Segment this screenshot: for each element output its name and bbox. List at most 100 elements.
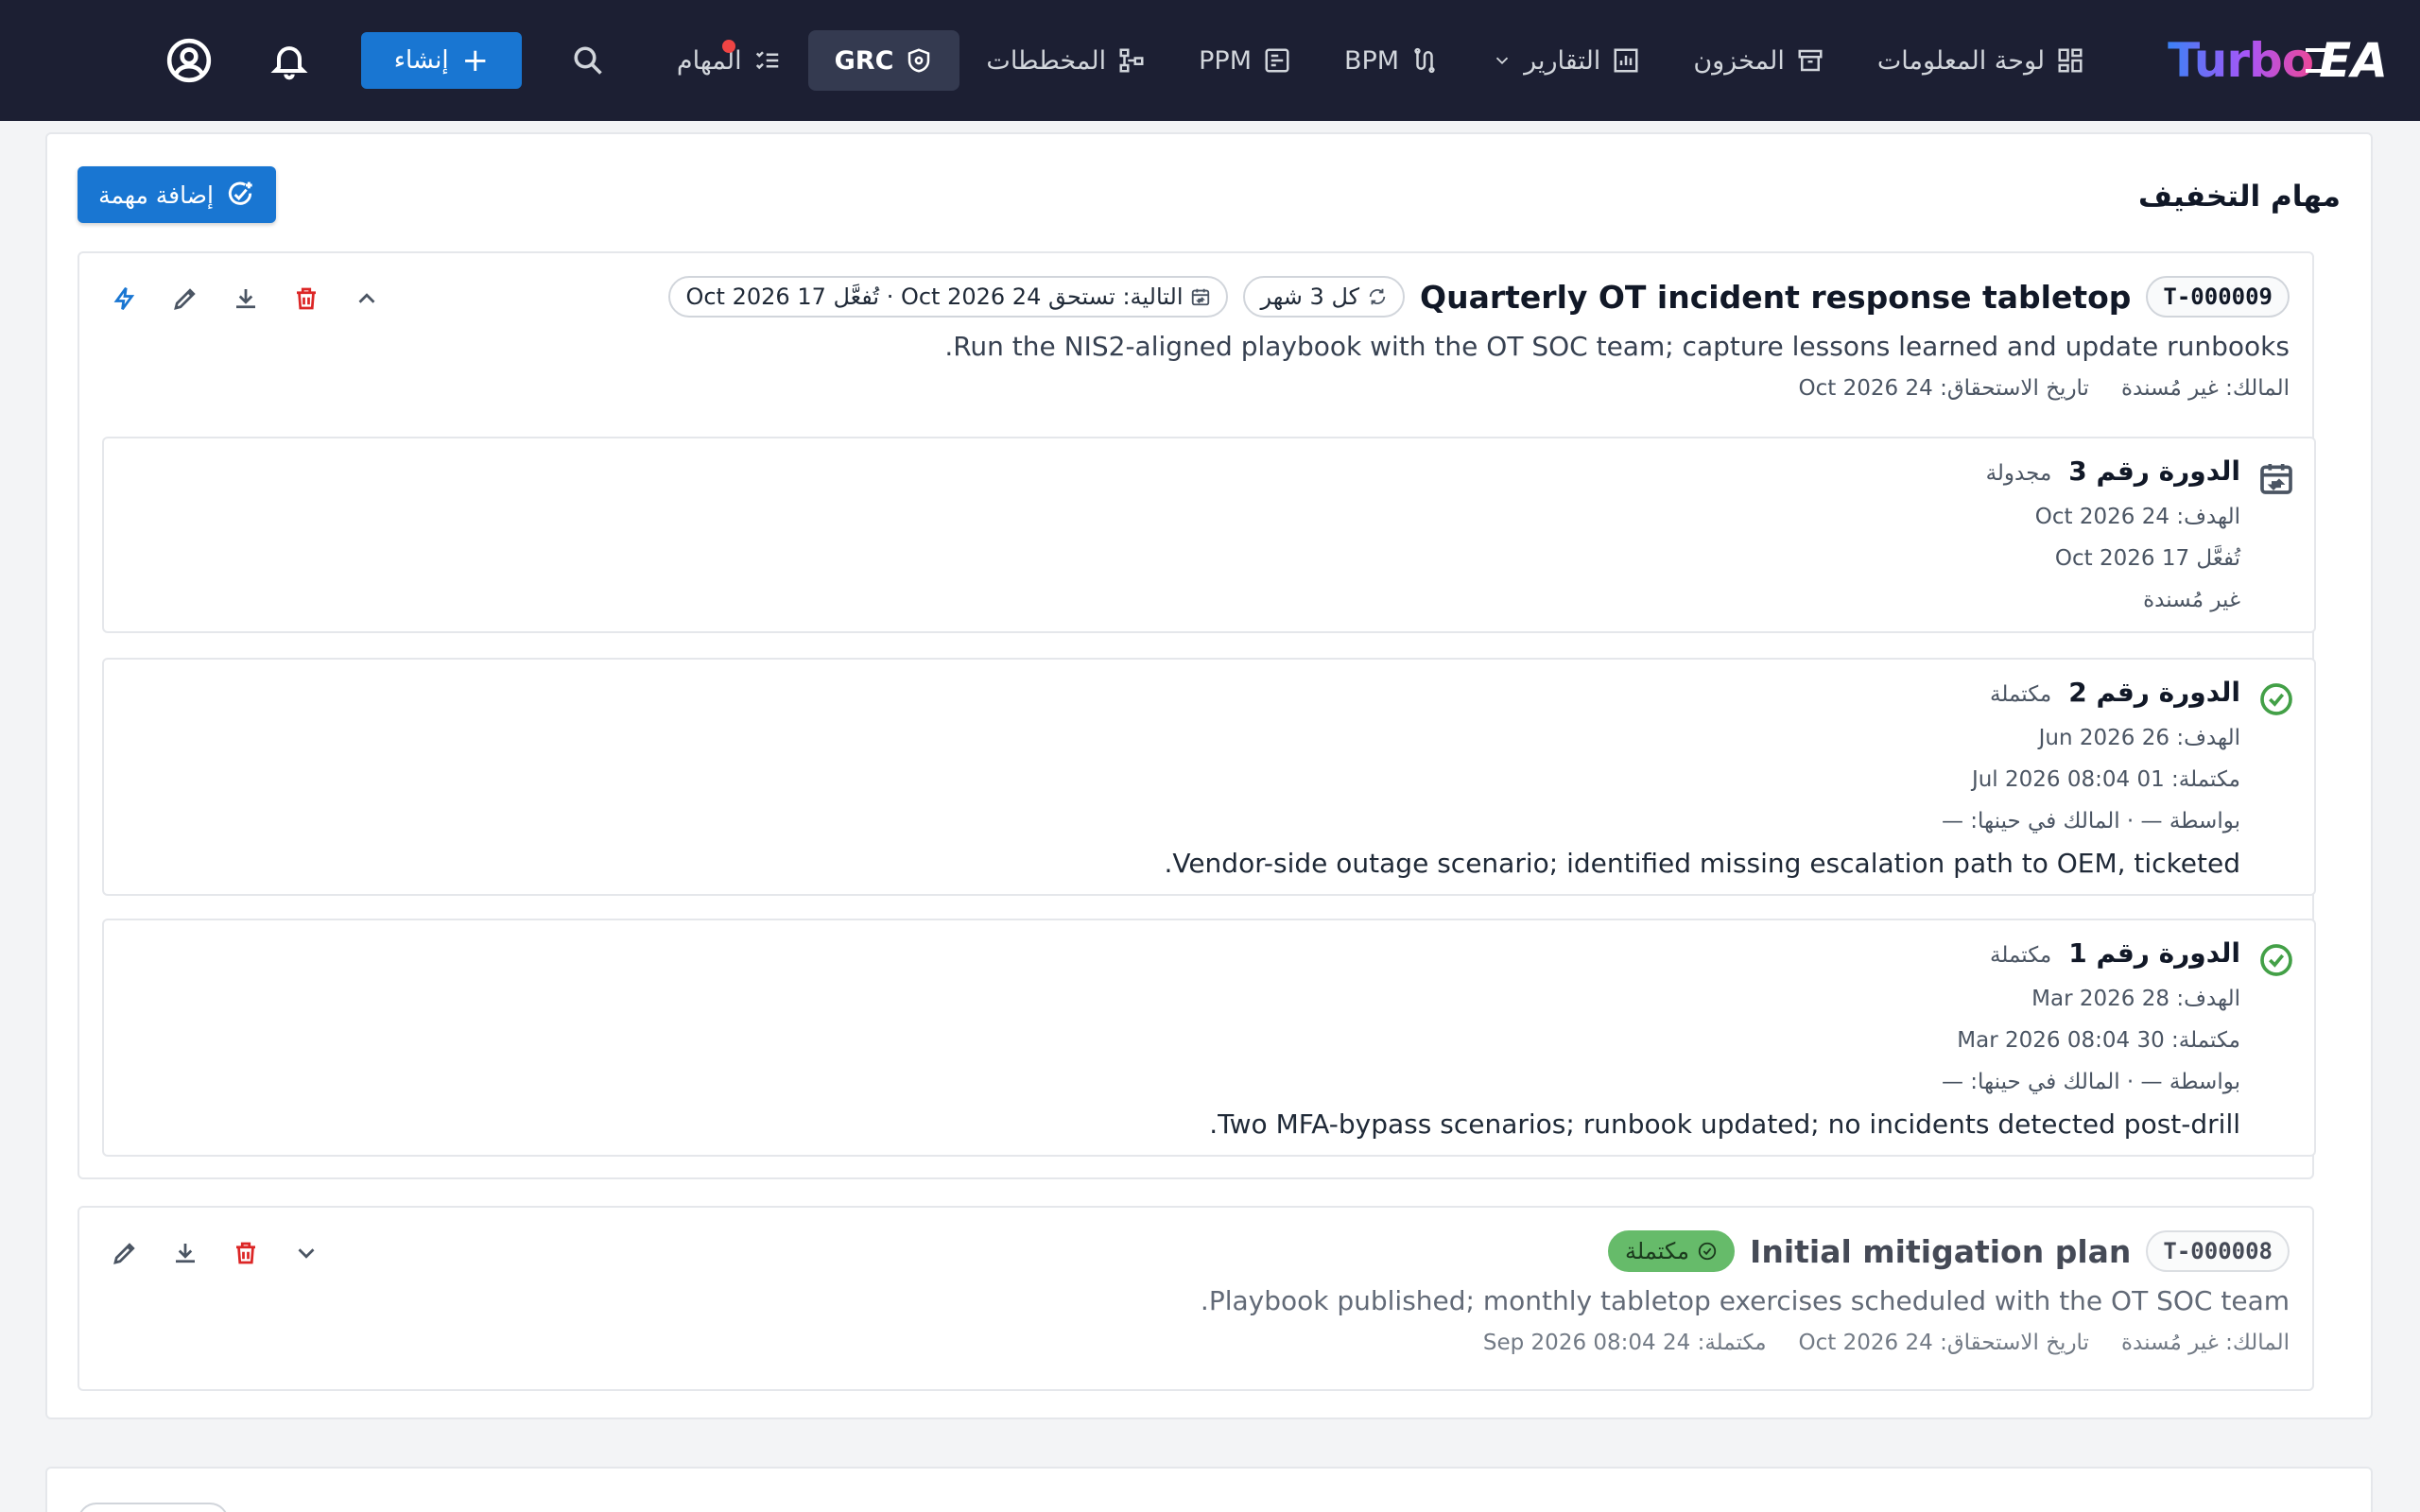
occurrence-card: الدورة رقم 2 مكتملة الهدف: 26 Jun 2026 م… — [102, 658, 2316, 896]
task-due: تاريخ الاستحقاق: 24 Oct 2026 — [1798, 376, 2089, 401]
trigger-button[interactable] — [106, 280, 144, 318]
nav-ppm[interactable]: PPM — [1172, 30, 1318, 91]
nav-tasks[interactable]: المهام — [650, 30, 808, 91]
nav-bpm-label: BPM — [1343, 45, 1400, 76]
task-meta: المالك: غير مُسندة تاريخ الاستحقاق: 24 O… — [1799, 376, 2290, 401]
notifications-button[interactable] — [261, 32, 318, 89]
task-description: Playbook published; monthly tabletop exe… — [1200, 1285, 2290, 1316]
nav-grc-label: GRC — [834, 45, 894, 76]
occurrence-assignee: غير مُسندة — [2143, 588, 2240, 612]
brand-logo[interactable]: Turbo EA — [2168, 33, 2388, 88]
occurrence-target: الهدف: 26 Jun 2026 — [2038, 726, 2240, 750]
nav-bpm[interactable]: BPM — [1318, 30, 1465, 91]
delete-task-button[interactable] — [287, 280, 325, 318]
search-icon — [574, 46, 602, 75]
nav-reports[interactable]: التقارير — [1465, 30, 1667, 91]
shield-icon — [908, 48, 930, 73]
occurrence-target: الهدف: 24 Oct 2026 — [2034, 505, 2240, 529]
chevron-down-icon — [298, 1248, 315, 1259]
task-header: T-000008 Initial mitigation plan مكتملة — [1608, 1230, 2290, 1272]
occurrence-name: الدورة رقم 1 — [2068, 937, 2240, 969]
task-owner: المالك: غير مُسندة — [2120, 376, 2290, 401]
expand-button[interactable] — [287, 1234, 325, 1272]
download-button[interactable] — [227, 280, 265, 318]
recurrence-label: كل 3 شهر — [1260, 284, 1360, 310]
task-due: تاريخ الاستحقاق: 24 Oct 2026 — [1798, 1331, 2089, 1355]
download-button[interactable] — [166, 1234, 204, 1272]
top-navbar: Turbo EA لوحة المعلومات المخزون التقارير… — [0, 0, 2420, 121]
task-title: Initial mitigation plan — [1750, 1232, 2132, 1270]
bolt-icon — [113, 286, 135, 311]
trash-icon — [297, 287, 316, 310]
pencil-icon — [174, 288, 196, 310]
occurrence-status: مكتملة — [1990, 682, 2052, 707]
check-circle-icon — [2257, 941, 2295, 979]
bar-chart-icon — [1614, 48, 1638, 73]
brand-ea: EA — [2306, 33, 2388, 88]
occurrence-completed: مكتملة: 01 Jul 2026 08:04 — [1971, 767, 2240, 792]
create-button[interactable]: + إنشاء — [360, 32, 522, 89]
pencil-icon — [113, 1243, 135, 1264]
task-header: T-000009 Quarterly OT incident response … — [668, 276, 2290, 318]
checklist-icon — [755, 51, 778, 70]
add-task-button[interactable]: إضافة مهمة — [78, 166, 276, 223]
plus-icon: + — [461, 42, 490, 79]
route-icon — [1414, 47, 1435, 74]
search-button[interactable] — [562, 34, 614, 87]
occurrence-status: مجدولة — [1985, 461, 2052, 486]
user-avatar-icon — [166, 38, 212, 83]
task-description: Run the NIS2-aligned playbook with the O… — [944, 331, 2290, 362]
recurrence-chip: كل 3 شهر — [1243, 276, 1406, 318]
delete-task-button[interactable] — [227, 1234, 265, 1272]
occurrence-card: الدورة رقم 3 مجدولة الهدف: 24 Oct 2026 ت… — [102, 437, 2316, 633]
chevron-down-icon — [1495, 57, 1509, 65]
next-section-button[interactable] — [78, 1503, 229, 1512]
create-button-label: إنشاء — [393, 46, 449, 75]
download-icon — [236, 289, 255, 309]
project-icon — [1265, 48, 1289, 73]
occurrence-card: الدورة رقم 1 مكتملة الهدف: 28 Mar 2026 م… — [102, 919, 2316, 1157]
nav-dashboard[interactable]: لوحة المعلومات — [1851, 30, 2111, 91]
trash-icon — [236, 1242, 255, 1264]
diagram-icon — [1119, 48, 1144, 73]
occurrence-activates: تُفعَّل 17 Oct 2026 — [2054, 546, 2240, 571]
occurrence-note: Two MFA-bypass scenarios; runbook update… — [1209, 1108, 2240, 1140]
archive-icon — [1798, 49, 1823, 72]
add-task-icon — [228, 181, 252, 205]
occurrence-by: بواسطة — · المالك في حينها: — — [1941, 1070, 2240, 1094]
mitigation-tasks-panel: مهام التخفيف إضافة مهمة T-000009 Quarter… — [45, 132, 2373, 1419]
bell-icon — [270, 46, 308, 80]
dashboard-icon — [2058, 48, 2083, 73]
status-badge-label: مكتملة — [1625, 1238, 1690, 1264]
next-section-panel — [45, 1467, 2373, 1512]
next-occurrence-label: التالية: تستحق 24 Oct 2026 · تُفعَّل 17 … — [685, 284, 1184, 310]
nav-diagrams[interactable]: المخططات — [959, 30, 1172, 91]
calendar-repeat-icon — [1192, 288, 1210, 306]
nav-inventory[interactable]: المخزون — [1667, 30, 1851, 91]
collapse-button[interactable] — [348, 280, 386, 318]
check-circle-icon — [2257, 680, 2295, 718]
repeat-icon — [1369, 288, 1386, 305]
chevron-up-icon — [358, 293, 375, 303]
nav-grc[interactable]: GRC — [807, 30, 960, 91]
download-icon — [176, 1244, 195, 1263]
check-circle-icon — [1698, 1242, 1717, 1261]
brand-turbo: Turbo — [2168, 33, 2314, 88]
task-card: T-000008 Initial mitigation plan مكتملة … — [78, 1206, 2314, 1391]
edit-task-button[interactable] — [166, 280, 204, 318]
status-badge: مكتملة — [1608, 1230, 1736, 1272]
task-actions — [106, 1234, 325, 1272]
occurrence-note: Vendor-side outage scenario; identified … — [1164, 848, 2240, 879]
task-actions — [106, 280, 386, 318]
occurrence-completed: مكتملة: 30 Mar 2026 08:04 — [1957, 1028, 2240, 1053]
edit-task-button[interactable] — [106, 1234, 144, 1272]
occurrence-by: بواسطة — · المالك في حينها: — — [1941, 809, 2240, 833]
task-title: Quarterly OT incident response tabletop — [1420, 278, 2132, 316]
panel-title: مهام التخفيف — [2138, 180, 2341, 214]
task-completed: مكتملة: 24 Sep 2026 08:04 — [1482, 1331, 1767, 1355]
user-menu-button[interactable] — [161, 32, 217, 89]
task-card: T-000009 Quarterly OT incident response … — [78, 251, 2316, 1179]
occurrence-name: الدورة رقم 2 — [2068, 677, 2240, 708]
next-occurrence-chip: التالية: تستحق 24 Oct 2026 · تُفعَّل 17 … — [668, 276, 1229, 318]
nav-diagrams-label: المخططات — [986, 45, 1107, 76]
